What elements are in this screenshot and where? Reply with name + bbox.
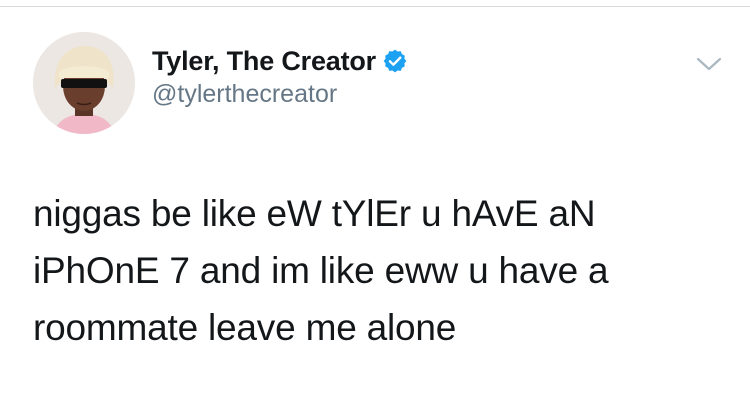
avatar-image: [33, 32, 135, 134]
tweet-text: niggas be like eW tYlEr u hAvE aN iPhOnE…: [33, 193, 609, 348]
name-row: Tyler, The Creator: [152, 44, 672, 78]
tweet-header: Tyler, The Creator @tylerthecreator: [152, 44, 672, 109]
tweet-card: Tyler, The Creator @tylerthecreator nigg…: [0, 0, 750, 410]
user-handle[interactable]: @tylerthecreator: [152, 80, 672, 109]
display-name[interactable]: Tyler, The Creator: [152, 46, 376, 77]
verified-badge-icon: [382, 48, 408, 74]
chevron-down-icon[interactable]: [694, 54, 724, 74]
profile-avatar[interactable]: [33, 32, 135, 134]
